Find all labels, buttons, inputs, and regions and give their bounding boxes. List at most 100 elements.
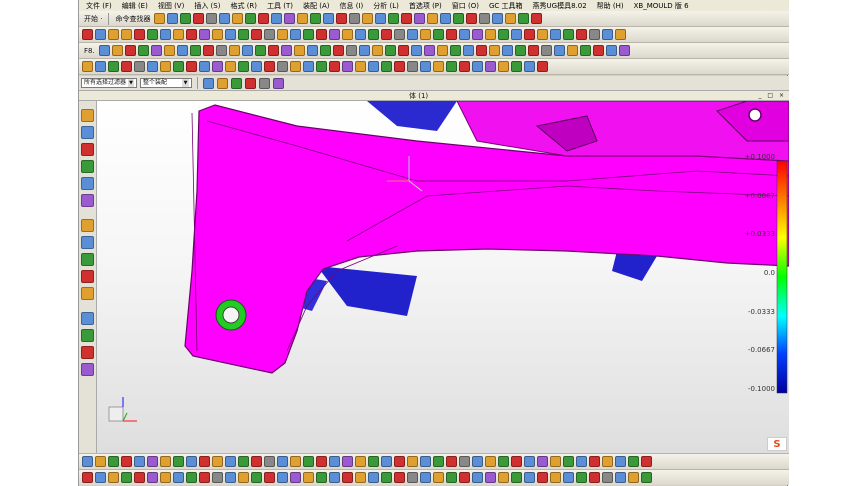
bottom-b-tool-icon-7[interactable] [173, 472, 184, 483]
sketch-tool-icon-21[interactable] [371, 45, 383, 56]
resource-bar-icon-2[interactable] [81, 143, 94, 156]
feature-tool-icon-10[interactable] [212, 29, 223, 40]
standard-tool-icon-16[interactable] [362, 13, 374, 24]
bottom-b-tool-icon-32[interactable] [498, 472, 509, 483]
bottom-a-tool-icon-29[interactable] [459, 456, 470, 467]
standard-tool-icon-21[interactable] [427, 13, 439, 24]
menu-item-6[interactable]: 装配 (A) [298, 1, 334, 11]
bottom-b-tool-icon-36[interactable] [550, 472, 561, 483]
bottom-b-tool-icon-9[interactable] [199, 472, 210, 483]
analysis-tool-icon-29[interactable] [459, 61, 470, 72]
sketch-tool-icon-32[interactable] [514, 45, 526, 56]
feature-tool-icon-22[interactable] [368, 29, 379, 40]
bottom-a-tool-icon-17[interactable] [303, 456, 314, 467]
bottom-a-tool-icon-22[interactable] [368, 456, 379, 467]
analysis-tool-icon-31[interactable] [485, 61, 496, 72]
bottom-a-tool-icon-31[interactable] [485, 456, 496, 467]
standard-tool-icon-23[interactable] [453, 13, 465, 24]
bottom-b-tool-icon-42[interactable] [628, 472, 639, 483]
analysis-tool-icon-5[interactable] [147, 61, 158, 72]
standard-tool-icon-17[interactable] [375, 13, 387, 24]
standard-tool-icon-3[interactable] [193, 13, 205, 24]
resource-bar-icon-14[interactable] [81, 363, 94, 376]
feature-tool-icon-39[interactable] [589, 29, 600, 40]
bottom-a-tool-icon-13[interactable] [251, 456, 262, 467]
sketch-tool-icon-24[interactable] [410, 45, 422, 56]
analysis-tool-icon-24[interactable] [394, 61, 405, 72]
feature-tool-icon-3[interactable] [121, 29, 132, 40]
feature-tool-icon-4[interactable] [134, 29, 145, 40]
standard-tool-icon-26[interactable] [492, 13, 504, 24]
feature-tool-icon-17[interactable] [303, 29, 314, 40]
bottom-a-tool-icon-1[interactable] [95, 456, 106, 467]
feature-tool-icon-0[interactable] [82, 29, 93, 40]
feature-tool-icon-38[interactable] [576, 29, 587, 40]
resource-bar-icon-3[interactable] [81, 160, 94, 173]
bottom-b-tool-icon-35[interactable] [537, 472, 548, 483]
resource-bar-icon-0[interactable] [81, 109, 94, 122]
sketch-tool-icon-35[interactable] [553, 45, 565, 56]
snap-quadrant-icon[interactable] [273, 77, 284, 89]
menu-item-10[interactable]: 窗口 (O) [447, 1, 484, 11]
standard-tool-icon-22[interactable] [440, 13, 452, 24]
analysis-tool-icon-33[interactable] [511, 61, 522, 72]
feature-tool-icon-30[interactable] [472, 29, 483, 40]
feature-tool-icon-26[interactable] [420, 29, 431, 40]
feature-tool-icon-13[interactable] [251, 29, 262, 40]
bottom-b-tool-icon-16[interactable] [290, 472, 301, 483]
sketch-tool-icon-26[interactable] [436, 45, 448, 56]
analysis-tool-icon-10[interactable] [212, 61, 223, 72]
feature-tool-icon-8[interactable] [186, 29, 197, 40]
snap-point-icon[interactable] [217, 77, 228, 89]
bottom-b-tool-icon-11[interactable] [225, 472, 236, 483]
sketch-tool-icon-38[interactable] [592, 45, 604, 56]
feature-tool-icon-9[interactable] [199, 29, 210, 40]
bottom-b-tool-icon-43[interactable] [641, 472, 652, 483]
bottom-b-tool-icon-18[interactable] [316, 472, 327, 483]
feature-tool-icon-23[interactable] [381, 29, 392, 40]
sketch-tool-icon-4[interactable] [150, 45, 162, 56]
command-finder-button[interactable]: 命令查找器 [113, 14, 152, 24]
analysis-tool-icon-25[interactable] [407, 61, 418, 72]
analysis-tool-icon-13[interactable] [251, 61, 262, 72]
sketch-tool-icon-36[interactable] [566, 45, 578, 56]
snap-center-icon[interactable] [245, 77, 256, 89]
standard-tool-icon-8[interactable] [258, 13, 270, 24]
sketch-tool-icon-1[interactable] [111, 45, 123, 56]
menu-item-9[interactable]: 首选项 (P) [404, 1, 447, 11]
feature-tool-icon-37[interactable] [563, 29, 574, 40]
standard-tool-icon-1[interactable] [167, 13, 179, 24]
menu-item-11[interactable]: GC 工具箱 [484, 1, 528, 11]
sketch-tool-icon-10[interactable] [228, 45, 240, 56]
sketch-tool-icon-20[interactable] [358, 45, 370, 56]
standard-tool-icon-25[interactable] [479, 13, 491, 24]
feature-tool-icon-31[interactable] [485, 29, 496, 40]
menu-item-0[interactable]: 文件 (F) [81, 1, 117, 11]
analysis-tool-icon-4[interactable] [134, 61, 145, 72]
bottom-a-tool-icon-42[interactable] [628, 456, 639, 467]
bottom-b-tool-icon-27[interactable] [433, 472, 444, 483]
bottom-a-tool-icon-16[interactable] [290, 456, 301, 467]
standard-tool-icon-9[interactable] [271, 13, 283, 24]
feature-tool-icon-6[interactable] [160, 29, 171, 40]
feature-tool-icon-25[interactable] [407, 29, 418, 40]
standard-tool-icon-18[interactable] [388, 13, 400, 24]
analysis-tool-icon-26[interactable] [420, 61, 431, 72]
sketch-tool-icon-3[interactable] [137, 45, 149, 56]
analysis-tool-icon-12[interactable] [238, 61, 249, 72]
analysis-tool-icon-8[interactable] [186, 61, 197, 72]
menu-item-5[interactable]: 工具 (T) [262, 1, 298, 11]
resource-bar-icon-10[interactable] [81, 287, 94, 300]
bottom-a-tool-icon-4[interactable] [134, 456, 145, 467]
bottom-a-tool-icon-20[interactable] [342, 456, 353, 467]
bottom-a-tool-icon-9[interactable] [199, 456, 210, 467]
feature-tool-icon-16[interactable] [290, 29, 301, 40]
bottom-b-tool-icon-23[interactable] [381, 472, 392, 483]
sketch-tool-icon-18[interactable] [332, 45, 344, 56]
bottom-a-tool-icon-14[interactable] [264, 456, 275, 467]
sketch-tool-icon-12[interactable] [254, 45, 266, 56]
resource-bar-icon-11[interactable] [81, 312, 94, 325]
sketch-tool-icon-11[interactable] [241, 45, 253, 56]
bottom-a-tool-icon-0[interactable] [82, 456, 93, 467]
resource-bar-icon-1[interactable] [81, 126, 94, 139]
